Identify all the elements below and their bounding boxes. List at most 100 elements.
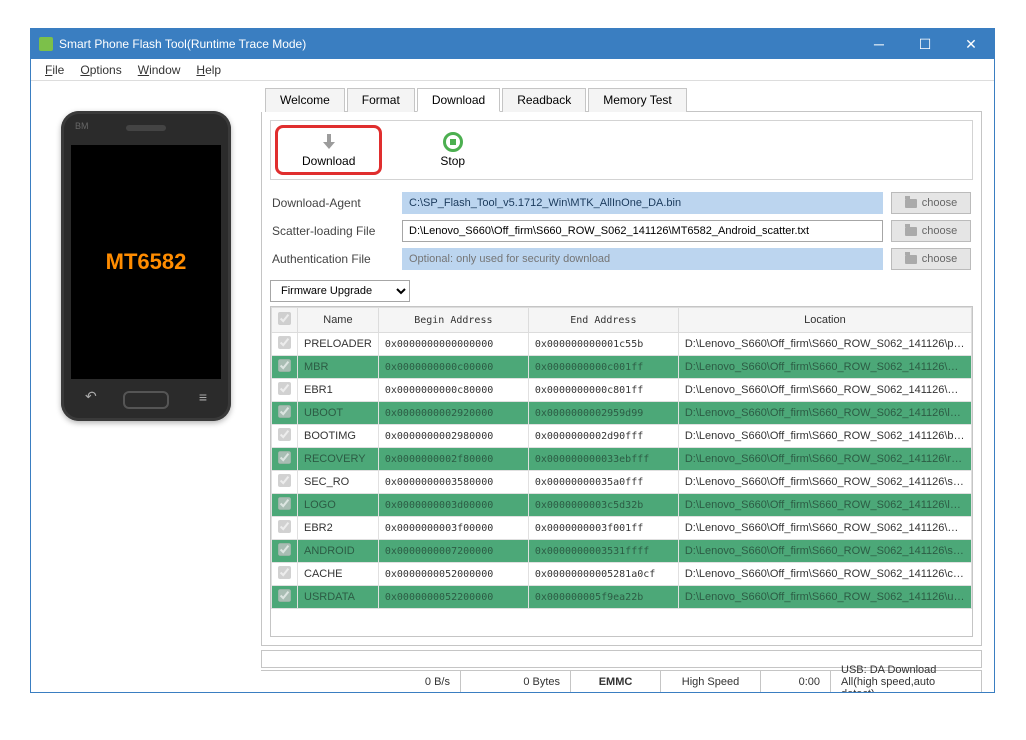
col-name: Name <box>298 308 379 333</box>
row-checkbox[interactable] <box>278 451 291 464</box>
row-name: ANDROID <box>298 540 379 563</box>
row-name: UBOOT <box>298 402 379 425</box>
titlebar: Smart Phone Flash Tool(Runtime Trace Mod… <box>31 29 994 59</box>
menu-options[interactable]: Options <box>74 61 127 79</box>
col-end: End Address <box>528 308 678 333</box>
table-row[interactable]: SEC_RO0x00000000035800000x00000000035a0f… <box>272 471 972 494</box>
row-checkbox[interactable] <box>278 382 291 395</box>
firmware-mode-dropdown[interactable]: Firmware Upgrade <box>270 280 410 302</box>
row-checkbox[interactable] <box>278 405 291 418</box>
phone-screen: MT6582 <box>71 145 221 379</box>
table-row[interactable]: EBR20x0000000003f000000x0000000003f001ff… <box>272 517 972 540</box>
table-row[interactable]: EBR10x0000000000c800000x0000000000c801ff… <box>272 379 972 402</box>
row-end: 0x00000000005281a0cf <box>528 563 678 586</box>
row-begin: 0x0000000003580000 <box>378 471 528 494</box>
row-begin: 0x0000000007200000 <box>378 540 528 563</box>
row-checkbox[interactable] <box>278 566 291 579</box>
chipset-label: MT6582 <box>106 249 187 275</box>
row-end: 0x00000000035a0fff <box>528 471 678 494</box>
row-name: USRDATA <box>298 586 379 609</box>
tab-readback[interactable]: Readback <box>502 88 586 112</box>
row-location: D:\Lenovo_S660\Off_firm\S660_ROW_S062_14… <box>678 333 971 356</box>
row-name: BOOTIMG <box>298 425 379 448</box>
folder-icon <box>905 255 917 264</box>
row-checkbox[interactable] <box>278 497 291 510</box>
table-row[interactable]: PRELOADER0x00000000000000000x00000000000… <box>272 333 972 356</box>
tab-welcome[interactable]: Welcome <box>265 88 345 112</box>
maximize-button[interactable]: ☐ <box>902 29 948 59</box>
row-name: PRELOADER <box>298 333 379 356</box>
table-row[interactable]: LOGO0x0000000003d000000x0000000003c5d32b… <box>272 494 972 517</box>
status-speed: 0 B/s <box>261 671 461 692</box>
download-agent-field[interactable] <box>402 192 883 214</box>
partition-table[interactable]: Name Begin Address End Address Location … <box>270 306 973 637</box>
phone-home-button <box>123 391 169 409</box>
choose-scatter-button[interactable]: choose <box>891 220 971 242</box>
app-icon <box>39 37 53 51</box>
menu-help[interactable]: Help <box>190 61 227 79</box>
row-checkbox[interactable] <box>278 474 291 487</box>
status-usb: USB: DA Download All(high speed,auto det… <box>831 671 982 692</box>
menu-file[interactable]: File <box>39 61 70 79</box>
row-location: D:\Lenovo_S660\Off_firm\S660_ROW_S062_14… <box>678 563 971 586</box>
row-checkbox[interactable] <box>278 359 291 372</box>
row-end: 0x0000000003f001ff <box>528 517 678 540</box>
row-begin: 0x0000000000c00000 <box>378 356 528 379</box>
tab-format[interactable]: Format <box>347 88 415 112</box>
minimize-button[interactable]: ─ <box>856 29 902 59</box>
row-location: D:\Lenovo_S660\Off_firm\S660_ROW_S062_14… <box>678 471 971 494</box>
row-begin: 0x0000000002980000 <box>378 425 528 448</box>
row-begin: 0x0000000002f80000 <box>378 448 528 471</box>
action-toolbar: Download Stop <box>270 120 973 180</box>
header-checkbox[interactable] <box>278 312 291 325</box>
row-name: EBR2 <box>298 517 379 540</box>
table-row[interactable]: RECOVERY0x0000000002f800000x000000000033… <box>272 448 972 471</box>
menu-window[interactable]: Window <box>132 61 187 79</box>
table-row[interactable]: UBOOT0x00000000029200000x0000000002959d9… <box>272 402 972 425</box>
stop-button-label: Stop <box>440 154 465 168</box>
row-begin: 0x0000000052000000 <box>378 563 528 586</box>
row-name: SEC_RO <box>298 471 379 494</box>
table-row[interactable]: ANDROID0x00000000072000000x0000000003531… <box>272 540 972 563</box>
row-location: D:\Lenovo_S660\Off_firm\S660_ROW_S062_14… <box>678 402 971 425</box>
table-row[interactable]: USRDATA0x00000000522000000x000000005f9ea… <box>272 586 972 609</box>
close-button[interactable]: ✕ <box>948 29 994 59</box>
row-location: D:\Lenovo_S660\Off_firm\S660_ROW_S062_14… <box>678 356 971 379</box>
row-location: D:\Lenovo_S660\Off_firm\S660_ROW_S062_14… <box>678 517 971 540</box>
row-end: 0x000000000033ebfff <box>528 448 678 471</box>
status-bytes: 0 Bytes <box>461 671 571 692</box>
row-begin: 0x0000000000c80000 <box>378 379 528 402</box>
row-name: RECOVERY <box>298 448 379 471</box>
row-checkbox[interactable] <box>278 428 291 441</box>
download-button[interactable]: Download <box>275 125 382 175</box>
row-end: 0x0000000003c5d32b <box>528 494 678 517</box>
choose-auth-button[interactable]: choose <box>891 248 971 270</box>
tab-memory-test[interactable]: Memory Test <box>588 88 686 112</box>
stop-icon <box>443 132 463 152</box>
phone-mockup: BM MT6582 ↶ ≡ <box>61 111 231 421</box>
status-storage: EMMC <box>571 671 661 692</box>
choose-da-button[interactable]: choose <box>891 192 971 214</box>
row-end: 0x0000000000c801ff <box>528 379 678 402</box>
tab-download[interactable]: Download <box>417 88 500 112</box>
row-checkbox[interactable] <box>278 520 291 533</box>
row-end: 0x0000000000c001ff <box>528 356 678 379</box>
auth-file-field[interactable] <box>402 248 883 270</box>
row-begin: 0x0000000000000000 <box>378 333 528 356</box>
scatter-file-field[interactable] <box>402 220 883 242</box>
row-name: LOGO <box>298 494 379 517</box>
row-checkbox[interactable] <box>278 336 291 349</box>
folder-icon <box>905 199 917 208</box>
phone-back-icon: ↶ <box>85 388 97 405</box>
row-location: D:\Lenovo_S660\Off_firm\S660_ROW_S062_14… <box>678 379 971 402</box>
row-begin: 0x0000000002920000 <box>378 402 528 425</box>
table-row[interactable]: BOOTIMG0x00000000029800000x0000000002d90… <box>272 425 972 448</box>
row-location: D:\Lenovo_S660\Off_firm\S660_ROW_S062_14… <box>678 540 971 563</box>
row-checkbox[interactable] <box>278 543 291 556</box>
table-row[interactable]: CACHE0x00000000520000000x00000000005281a… <box>272 563 972 586</box>
app-window: Smart Phone Flash Tool(Runtime Trace Mod… <box>30 28 995 693</box>
table-row[interactable]: MBR0x0000000000c000000x0000000000c001ffD… <box>272 356 972 379</box>
col-begin: Begin Address <box>378 308 528 333</box>
stop-button[interactable]: Stop <box>422 130 483 170</box>
row-checkbox[interactable] <box>278 589 291 602</box>
